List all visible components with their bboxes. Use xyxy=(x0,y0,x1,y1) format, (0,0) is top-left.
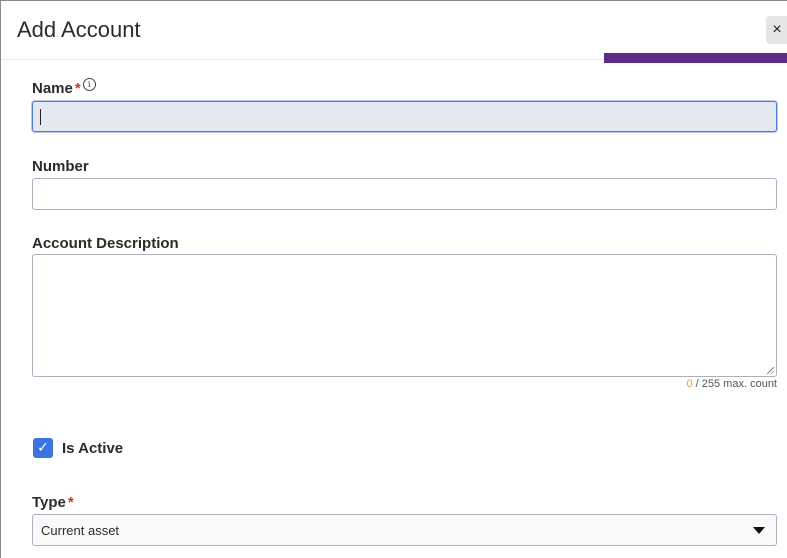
required-marker: * xyxy=(67,494,74,511)
description-textarea[interactable] xyxy=(32,254,777,377)
add-account-dialog: Add Account × Name * i Number Account Desc… xyxy=(0,0,787,558)
character-count-suffix: / 255 max. count xyxy=(692,378,777,390)
close-icon: × xyxy=(772,21,782,38)
accent-bar xyxy=(604,53,787,63)
dialog-title: Add Account xyxy=(17,17,141,42)
resize-handle-icon[interactable] xyxy=(767,367,774,374)
is-active-label[interactable]: Is Active xyxy=(62,440,123,457)
caret-down-icon xyxy=(753,527,765,534)
checkmark-icon: ✓ xyxy=(37,440,49,456)
description-label: Account Description xyxy=(32,235,179,252)
type-label: Type * xyxy=(32,494,74,511)
name-input[interactable] xyxy=(32,101,777,132)
dialog-header: Add Account xyxy=(1,1,787,60)
text-caret xyxy=(40,109,41,125)
info-icon[interactable]: i xyxy=(82,78,96,91)
type-select[interactable]: Current asset xyxy=(32,514,777,546)
is-active-checkbox[interactable]: ✓ xyxy=(33,438,53,458)
required-marker: * xyxy=(74,80,81,97)
character-counter: 0 / 255 max. count xyxy=(686,378,777,390)
close-button[interactable]: × xyxy=(766,16,787,44)
name-label: Name * i xyxy=(32,78,96,98)
type-selected-value: Current asset xyxy=(41,523,120,538)
number-label: Number xyxy=(32,158,89,175)
number-input[interactable] xyxy=(32,178,777,210)
